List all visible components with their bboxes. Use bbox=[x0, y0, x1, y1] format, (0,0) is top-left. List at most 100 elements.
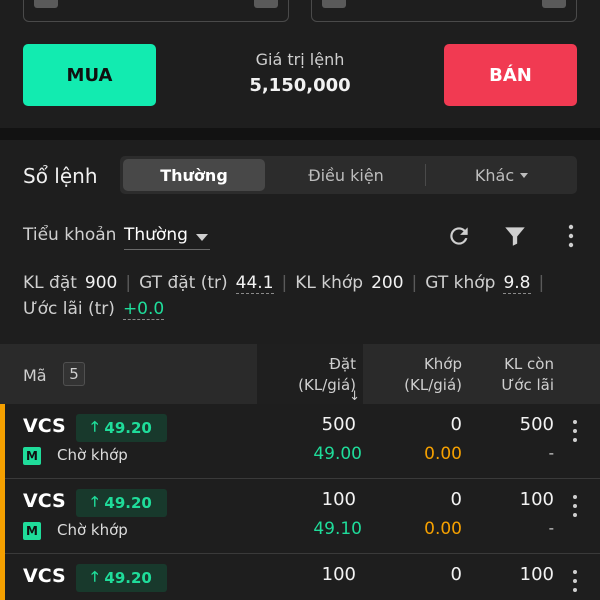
stat-value: 900 bbox=[84, 273, 118, 293]
buy-button[interactable]: MUA bbox=[23, 44, 156, 106]
market-badge: M bbox=[23, 447, 41, 465]
top-inputs bbox=[0, 0, 600, 22]
row-more-icon[interactable] bbox=[570, 420, 580, 444]
row-more-icon[interactable] bbox=[570, 495, 580, 519]
stat-value: 200 bbox=[371, 273, 404, 293]
estimated-profit: - bbox=[548, 519, 554, 537]
pending-indicator bbox=[0, 479, 5, 554]
column-remaining[interactable]: KL còn Ước lãi bbox=[464, 354, 554, 396]
pending-indicator bbox=[0, 554, 5, 600]
column-remaining-line2: Ước lãi bbox=[501, 376, 554, 394]
table-row[interactable]: VCS 🡑 49.20 100 0 100 bbox=[0, 554, 600, 600]
tab-other[interactable]: Khác bbox=[426, 156, 577, 194]
column-order-line2: (KL/giá) bbox=[298, 376, 356, 394]
filter-icon bbox=[505, 227, 525, 246]
stat-label: KL khớp bbox=[295, 273, 364, 293]
decrease-price-button[interactable] bbox=[322, 0, 346, 8]
column-code: Mã bbox=[23, 366, 47, 385]
more-vertical-icon bbox=[568, 224, 574, 248]
matched-price: 0.00 bbox=[424, 444, 462, 464]
estimated-profit: - bbox=[548, 444, 554, 462]
order-value-label: Giá trị lệnh bbox=[255, 50, 345, 69]
increase-volume-button[interactable] bbox=[254, 0, 278, 8]
stat-kl-dat: KL đặt 900 bbox=[23, 270, 117, 296]
stock-symbol: VCS bbox=[23, 415, 66, 437]
separator: | bbox=[281, 273, 288, 293]
order-type-tabs: Thường Điều kiện Khác bbox=[120, 156, 577, 194]
column-match[interactable]: Khớp (KL/giá) bbox=[362, 354, 462, 396]
order-value: Giá trị lệnh 5,150,000 bbox=[200, 50, 400, 96]
order-quantity: 500 bbox=[321, 414, 356, 435]
stat-label: Ước lãi (tr) bbox=[23, 299, 115, 319]
matched-quantity: 0 bbox=[450, 489, 462, 510]
subaccount-label: Tiểu khoản bbox=[23, 225, 117, 245]
tab-conditional[interactable]: Điều kiện bbox=[270, 156, 422, 194]
order-book-title: Sổ lệnh bbox=[23, 164, 98, 188]
stat-label: KL đặt bbox=[23, 273, 77, 293]
order-stats: KL đặt 900 | GT đặt (tr) 44.1 | KL khớp 200 | GT … bbox=[23, 270, 583, 322]
order-value-amount: 5,150,000 bbox=[249, 75, 351, 96]
price-value: 49.20 bbox=[104, 569, 152, 587]
stat-label: GT đặt (tr) bbox=[139, 273, 228, 293]
table-row[interactable]: VCS 🡑 49.20 M Chờ khớp 100 49.10 0 0.00 1… bbox=[0, 479, 600, 554]
stat-gt-khop: GT khớp 9.8 bbox=[425, 270, 531, 296]
chevron-down-icon bbox=[195, 234, 208, 241]
price-chip: 🡑 49.20 bbox=[76, 414, 167, 442]
refresh-icon bbox=[450, 227, 468, 245]
matched-quantity: 0 bbox=[450, 414, 462, 435]
stat-label: GT khớp bbox=[425, 273, 496, 293]
filter-button[interactable] bbox=[499, 220, 531, 252]
price-value: 49.20 bbox=[104, 494, 152, 512]
increase-price-button[interactable] bbox=[542, 0, 566, 8]
more-options-button[interactable] bbox=[555, 220, 587, 252]
separator: | bbox=[125, 273, 132, 293]
separator: | bbox=[411, 273, 418, 293]
order-status: Chờ khớp bbox=[57, 446, 128, 464]
column-order[interactable]: Đặt (KL/giá) ↓ bbox=[246, 354, 360, 404]
stat-value: 9.8 bbox=[503, 273, 531, 294]
order-book-header: Sổ lệnh Thường Điều kiện Khác bbox=[0, 140, 600, 210]
matched-price: 0.00 bbox=[424, 519, 462, 539]
table-row[interactable]: VCS 🡑 49.20 M Chờ khớp 500 49.00 0 0.00 5… bbox=[0, 404, 600, 479]
subaccount-select[interactable]: Thường bbox=[124, 225, 210, 250]
remaining-quantity: 500 bbox=[519, 414, 554, 435]
decrease-volume-button[interactable] bbox=[34, 0, 58, 8]
sell-button[interactable]: BÁN bbox=[444, 44, 577, 106]
stat-value: 44.1 bbox=[235, 273, 274, 294]
order-count-badge: 5 bbox=[63, 362, 85, 386]
subaccount-row: Tiểu khoản Thường bbox=[0, 212, 600, 260]
row-more-icon[interactable] bbox=[570, 570, 580, 594]
refresh-button[interactable] bbox=[443, 220, 475, 252]
remaining-quantity: 100 bbox=[519, 564, 554, 585]
price-value: 49.20 bbox=[104, 419, 152, 437]
order-quantity: 100 bbox=[321, 564, 356, 585]
order-table-header: Mã 5 Đặt (KL/giá) ↓ Khớp (KL/giá) KL còn… bbox=[0, 344, 600, 404]
order-status: Chờ khớp bbox=[57, 521, 128, 539]
volume-stepper[interactable] bbox=[23, 0, 289, 22]
tab-normal[interactable]: Thường bbox=[123, 159, 265, 191]
chevron-down-icon bbox=[520, 172, 529, 178]
arrow-up-icon: 🡑 bbox=[91, 569, 99, 585]
separator: | bbox=[538, 273, 545, 293]
column-order-line1: Đặt bbox=[329, 355, 356, 373]
remaining-quantity: 100 bbox=[519, 489, 554, 510]
column-match-line2: (KL/giá) bbox=[404, 376, 462, 394]
arrow-up-icon: 🡑 bbox=[91, 494, 99, 510]
order-quantity: 100 bbox=[321, 489, 356, 510]
pending-indicator bbox=[0, 404, 5, 479]
price-chip: 🡑 49.20 bbox=[76, 489, 167, 517]
order-action-area: MUA Giá trị lệnh 5,150,000 BÁN bbox=[0, 22, 600, 128]
column-match-line1: Khớp bbox=[423, 355, 462, 373]
stock-symbol: VCS bbox=[23, 490, 66, 512]
column-remaining-line1: KL còn bbox=[504, 355, 554, 373]
order-price: 49.00 bbox=[313, 444, 362, 464]
arrow-up-icon: 🡑 bbox=[91, 419, 99, 435]
stat-value: +0.0 bbox=[122, 299, 165, 320]
market-badge: M bbox=[23, 522, 41, 540]
stat-uoc-lai: Ước lãi (tr) +0.0 bbox=[23, 296, 165, 322]
stat-kl-khop: KL khớp 200 bbox=[295, 270, 403, 296]
stock-symbol: VCS bbox=[23, 565, 66, 587]
order-price: 49.10 bbox=[313, 519, 362, 539]
subaccount-value: Thường bbox=[124, 225, 188, 245]
price-stepper[interactable] bbox=[311, 0, 577, 22]
